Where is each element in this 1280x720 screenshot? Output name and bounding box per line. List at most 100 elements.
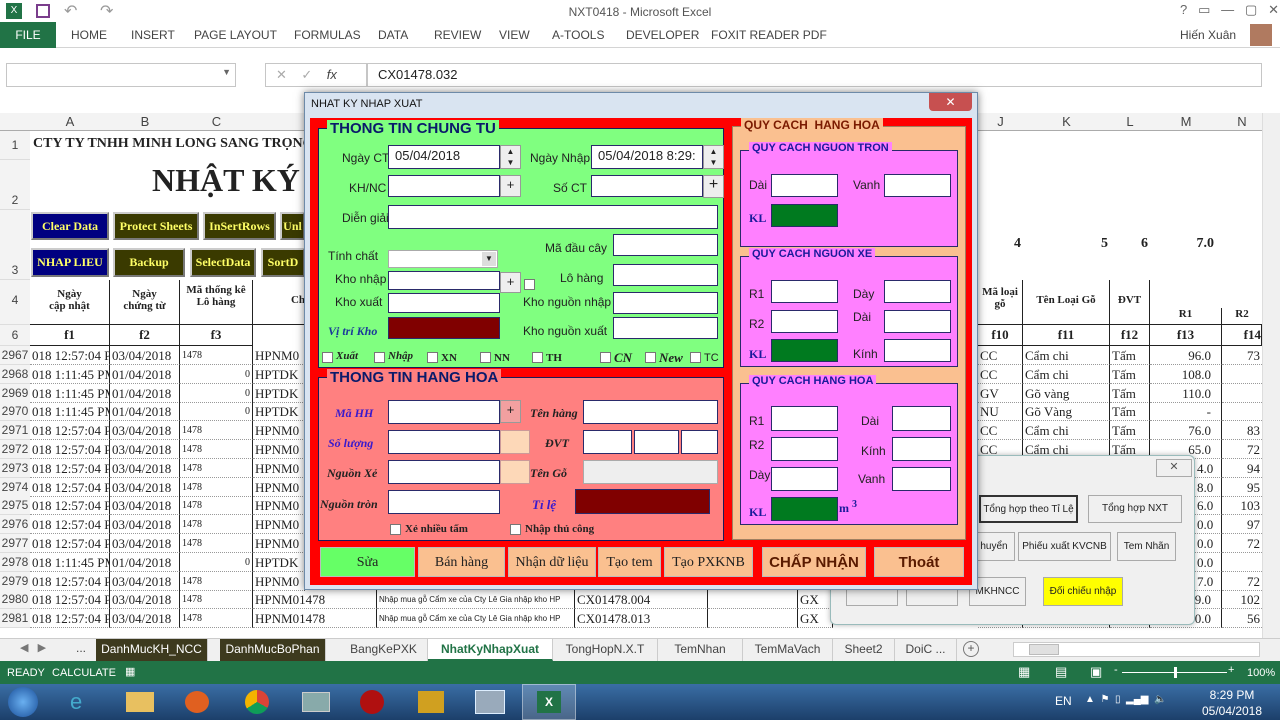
so-luong-unit-field[interactable]	[500, 430, 530, 454]
hh-vanh-input[interactable]	[892, 467, 951, 491]
cell-dvt[interactable]: Tấm	[1110, 383, 1150, 403]
cell-chung-tu[interactable]: HPTDK	[253, 552, 305, 572]
column-header-j[interactable]: J	[978, 113, 1023, 131]
cell-ngay-chung-tu[interactable]: 03/04/2018	[110, 496, 180, 516]
nguon-xe-input[interactable]	[388, 460, 500, 484]
row-header[interactable]: 2967	[0, 346, 30, 365]
cell-ngay-chung-tu[interactable]: 03/04/2018	[110, 477, 180, 497]
cell-ngay-cap-nhat[interactable]: 018 12:57:04 PM	[30, 477, 110, 497]
cell-dvt[interactable]: Tấm	[1110, 346, 1150, 365]
kho-nhap-checkbox[interactable]	[524, 279, 535, 290]
tab-page-layout[interactable]: PAGE LAYOUT	[194, 28, 277, 42]
cell-r1[interactable]: 4.0	[1195, 458, 1222, 478]
app-icon[interactable]	[475, 690, 505, 714]
cell-ma-loai-go[interactable]: GV	[978, 383, 1023, 403]
vi-tri-kho-field[interactable]	[388, 317, 500, 339]
nhan-du-lieu-button[interactable]: Nhận dữ liệu	[508, 547, 596, 577]
select-data-button[interactable]: SelectData	[190, 248, 256, 277]
tong-hop-ti-le-button[interactable]: Tổng hợp theo Tỉ Lệ	[979, 495, 1078, 523]
chuyen-button[interactable]: huyển	[973, 532, 1015, 561]
cell-r1[interactable]: 96.0	[1150, 346, 1222, 365]
ten-go-field[interactable]	[583, 460, 718, 484]
row-header[interactable]: 3	[0, 210, 30, 280]
cell-ma-thong-ke[interactable]: 1478	[180, 421, 253, 441]
macro-record-icon[interactable]: ▦	[125, 665, 135, 678]
unlock-button[interactable]: Unl	[280, 212, 305, 240]
checkbox-xn[interactable]	[427, 352, 438, 363]
cell-ma-thong-ke[interactable]: 1478	[180, 440, 253, 459]
cell-ma-thong-ke[interactable]: 0	[180, 364, 253, 384]
cell-empty[interactable]	[708, 609, 798, 629]
tab-review[interactable]: REVIEW	[434, 28, 481, 42]
cell-r1[interactable]: 6.0	[1195, 496, 1222, 516]
sheet-tab[interactable]: TongHopN.X.T	[553, 639, 658, 661]
cell-ngay-chung-tu[interactable]: 03/04/2018	[110, 571, 180, 591]
formula-input[interactable]: CX01478.032	[367, 63, 1262, 87]
cell-chung-tu[interactable]: HPNM01478	[253, 609, 377, 629]
cell-r1[interactable]: 110.0	[1150, 383, 1222, 403]
cell-ma-kho[interactable]: GX	[798, 590, 833, 610]
kho-nhap-input[interactable]	[388, 271, 500, 290]
cell-ngay-chung-tu[interactable]: 03/04/2018	[110, 590, 180, 610]
page-layout-icon[interactable]: ▤	[1055, 664, 1067, 680]
khnc-input[interactable]	[388, 175, 500, 197]
clock-date[interactable]: 05/04/2018	[1197, 704, 1267, 718]
cell-r2[interactable]: 102	[1222, 590, 1262, 610]
row-header[interactable]: 2981	[0, 609, 30, 629]
ngay-ct-input[interactable]: 05/04/2018	[388, 145, 500, 169]
so-luong-input[interactable]	[388, 430, 500, 454]
thoat-button[interactable]: Thoát	[874, 547, 964, 577]
row-header[interactable]: 2	[0, 160, 30, 210]
cell-ngay-chung-tu[interactable]: 01/04/2018	[110, 552, 180, 572]
more-tabs[interactable]: ...	[76, 641, 86, 655]
cell-m3[interactable]: 7.0	[1150, 236, 1215, 252]
user-name[interactable]: Hiến Xuân	[1180, 28, 1236, 42]
cell-ngay-cap-nhat[interactable]: 018 12:57:04 PM	[30, 571, 110, 591]
ma-dau-cay-input[interactable]	[613, 234, 718, 256]
tinh-chat-select[interactable]: ▼	[388, 250, 498, 268]
cell-r2[interactable]: 97	[1222, 515, 1262, 535]
cell-ngay-cap-nhat[interactable]: 018 12:57:04 PM	[30, 421, 110, 441]
sheet-tab[interactable]: TemNhan	[658, 639, 743, 661]
cell-r2[interactable]	[1222, 553, 1262, 572]
kho-nguon-xuat-input[interactable]	[613, 317, 718, 339]
media-player-icon[interactable]	[185, 691, 209, 713]
nguon-xe-unit-field[interactable]	[500, 460, 530, 484]
cell-r2[interactable]	[1222, 365, 1262, 384]
row-header[interactable]: 2969	[0, 383, 30, 403]
cell-r2[interactable]: 72	[1222, 440, 1262, 459]
cell-ngay-cap-nhat[interactable]: 018 12:57:04 PM	[30, 590, 110, 610]
cell-chung-tu[interactable]: HPNM0	[253, 458, 305, 478]
name-box[interactable]: ▼	[6, 63, 236, 87]
add-khnc-button[interactable]: +	[500, 175, 521, 197]
column-header-c[interactable]: C	[180, 113, 253, 131]
cell-l3[interactable]: 6	[1110, 236, 1150, 252]
cell-chung-tu[interactable]: HPNM0	[253, 571, 305, 591]
cell-chung-tu[interactable]: HPNM0	[253, 477, 305, 497]
cell-chung-tu[interactable]: HPNM0	[253, 515, 305, 535]
phieu-xuat-kvcnb-button[interactable]: Phiếu xuất KVCNB	[1018, 532, 1111, 561]
column-header-b[interactable]: B	[110, 113, 180, 131]
clear-data-button[interactable]: Clear Data	[31, 212, 109, 240]
cell-r2[interactable]: 94	[1222, 459, 1262, 478]
cell-ten-loai-go[interactable]: Cẩm chi	[1023, 364, 1110, 384]
cell-ma-loai-go[interactable]: CC	[978, 421, 1023, 441]
cell-r1[interactable]: 108.0	[1150, 364, 1222, 384]
tao-tem-button[interactable]: Tạo tem	[598, 547, 661, 577]
row-header[interactable]: 2978	[0, 552, 30, 572]
cell-ma-loai-go[interactable]: NU	[978, 402, 1023, 422]
sheet-tab[interactable]: BangKePXK	[340, 639, 428, 661]
tab-file[interactable]: FILE	[0, 22, 56, 48]
cell-chung-tu[interactable]: HPNM01478	[253, 590, 377, 610]
cell-ma-thong-ke[interactable]: 1478	[180, 496, 253, 516]
cell-ngay-chung-tu[interactable]: 01/04/2018	[110, 402, 180, 422]
cell-chung-tu[interactable]: HPNM0	[253, 496, 305, 516]
cell-ma-kho[interactable]: GX	[798, 609, 833, 629]
cell-ma-thong-ke[interactable]: 0	[180, 383, 253, 403]
cell-chung-tu[interactable]: HPNM0	[253, 421, 305, 441]
row-header[interactable]: 2974	[0, 477, 30, 497]
cell-r2[interactable]: 72	[1222, 534, 1262, 553]
cell-chung-tu[interactable]: HPTDK	[253, 383, 305, 403]
row-header[interactable]: 2973	[0, 458, 30, 478]
kho-xuat-input[interactable]	[388, 293, 500, 313]
